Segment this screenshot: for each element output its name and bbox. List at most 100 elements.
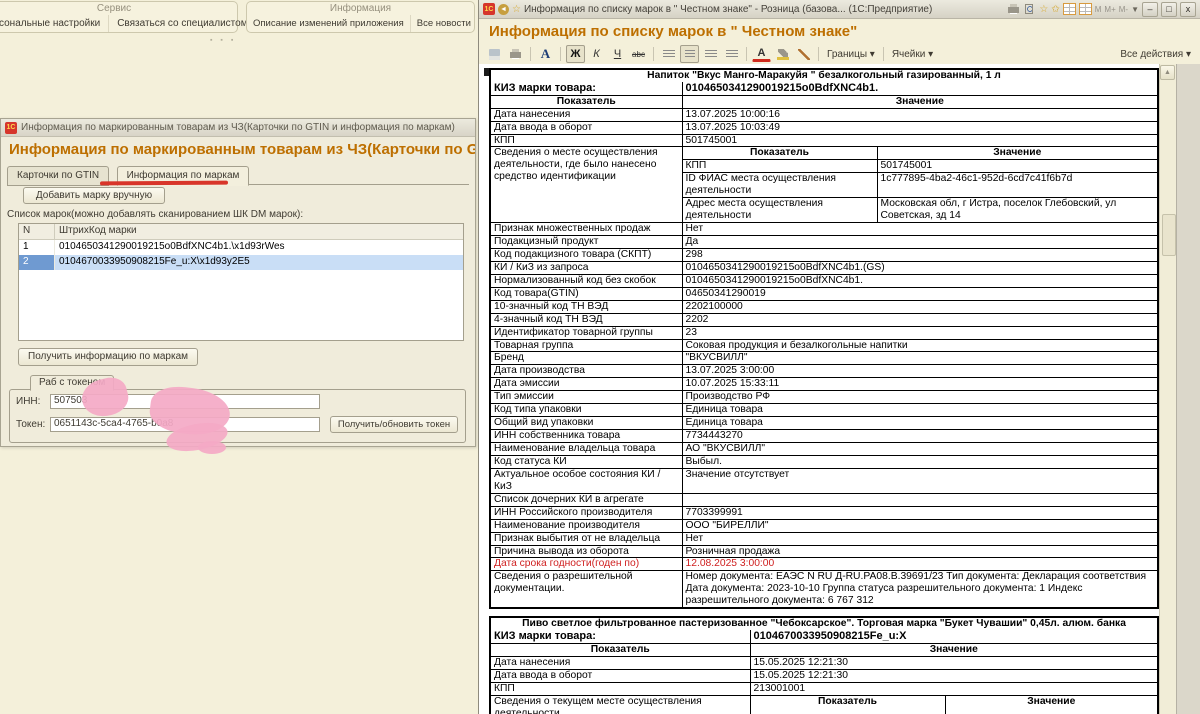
report-cell[interactable]: ИНН собственника товара (490, 430, 682, 443)
underline-icon[interactable]: Ч (608, 45, 627, 63)
column-header-n[interactable]: N (19, 224, 55, 239)
all-actions-menu-button[interactable]: Все действия ▾ (1117, 49, 1194, 60)
report-cell[interactable]: Наименование владельца товара (490, 443, 682, 456)
report-cell[interactable]: ID ФИАС места осуществления деятельности (682, 173, 877, 198)
report-cell[interactable]: Нормализованный код без скобок (490, 274, 682, 287)
report-cell[interactable]: 15.05.2025 12:21:30 (750, 656, 1158, 669)
report-cell[interactable]: Актуальное особое состояния КИ / КиЗ (490, 468, 682, 493)
titlebar-menu-arrow-icon[interactable]: ▼ (1131, 5, 1139, 14)
report-cell[interactable]: Значение (877, 147, 1158, 160)
report-cell[interactable]: 15.05.2025 12:21:30 (750, 669, 1158, 682)
calculator-icon[interactable] (1063, 3, 1076, 15)
report-cell[interactable]: Соковая продукция и безалкогольные напит… (682, 339, 1158, 352)
font-icon[interactable]: A (536, 45, 555, 63)
all-news-button[interactable]: Все новости (410, 15, 477, 32)
report-cell[interactable]: 2202100000 (682, 300, 1158, 313)
bold-icon[interactable]: Ж (566, 45, 585, 63)
align-right-icon[interactable] (701, 45, 720, 63)
report-cell[interactable]: 10.07.2025 15:33:11 (682, 378, 1158, 391)
report-cell[interactable]: АО "ВКУСВИЛЛ" (682, 443, 1158, 456)
report-cell[interactable]: Общий вид упаковки (490, 417, 682, 430)
align-center-icon[interactable] (680, 45, 699, 63)
cells-menu-button[interactable]: Ячейки ▾ (889, 49, 936, 60)
panel-splitter-handle[interactable]: ▪ ▪ ▪ (210, 37, 236, 44)
memory-m-button[interactable]: M (1095, 5, 1102, 14)
border-color-icon[interactable] (794, 45, 813, 63)
strikethrough-icon[interactable]: abc (629, 45, 648, 63)
report-cell[interactable]: Значение (945, 695, 1158, 714)
contact-specialist-button[interactable]: Связаться со специалистом (108, 15, 255, 32)
report-cell[interactable]: 213001001 (750, 682, 1158, 695)
window-titlebar[interactable]: 1C ◄ ☆ Информация по списку марок в " Че… (479, 0, 1200, 19)
report-cell[interactable]: Значение отсутствует (682, 468, 1158, 493)
report-cell[interactable]: 10-значный код ТН ВЭД (490, 300, 682, 313)
print-icon[interactable] (1007, 3, 1020, 15)
italic-icon[interactable]: К (587, 45, 606, 63)
report-cell[interactable]: 2202 (682, 313, 1158, 326)
report-cell[interactable]: Напиток "Вкус Манго-Маракуйя " безалкого… (490, 69, 1158, 82)
report-cell[interactable]: "ВКУСВИЛЛ" (682, 352, 1158, 365)
report-cell[interactable]: Признак выбытия от не владельца (490, 532, 682, 545)
report-cell[interactable] (682, 493, 1158, 506)
print-icon[interactable] (506, 45, 525, 63)
report-cell[interactable]: Тип эмиссии (490, 391, 682, 404)
report-cell[interactable]: Дата срока годности(годен по) (490, 558, 682, 571)
scrollbar-thumb[interactable] (1162, 214, 1176, 256)
report-cell[interactable]: Код подакцизного товара (СКПТ) (490, 248, 682, 261)
report-cell[interactable]: Дата нанесения (490, 656, 750, 669)
align-justify-icon[interactable] (722, 45, 741, 63)
report-cell[interactable]: КИ / КиЗ из запроса (490, 261, 682, 274)
add-favorite-icon[interactable]: ☆ (1039, 4, 1048, 15)
report-cell[interactable]: Признак множественных продаж (490, 223, 682, 236)
align-left-icon[interactable] (659, 45, 678, 63)
report-cell[interactable]: Нет (682, 223, 1158, 236)
get-mark-info-button[interactable]: Получить информацию по маркам (18, 348, 198, 366)
report-cell[interactable]: Наименование производителя (490, 519, 682, 532)
report-cell[interactable]: Значение (682, 95, 1158, 108)
report-cell[interactable]: КПП (490, 682, 750, 695)
report-cell[interactable]: Адрес места осуществления деятельности (682, 198, 877, 223)
report-cell[interactable]: Показатель (490, 643, 750, 656)
change-log-button[interactable]: Описание изменений приложения (247, 15, 410, 32)
back-icon[interactable]: ◄ (498, 4, 509, 15)
report-cell[interactable]: 0104650341290019215o0BdfXNC4b1.(GS) (682, 261, 1158, 274)
report-cell[interactable]: Производство РФ (682, 391, 1158, 404)
report-cell[interactable]: 501745001 (682, 134, 1158, 147)
report-cell[interactable]: Код товара(GTIN) (490, 287, 682, 300)
report-cell[interactable]: Значение (750, 643, 1158, 656)
marked-goods-window-titlebar[interactable]: 1C Информация по маркированным товарам и… (1, 119, 475, 137)
refresh-token-button[interactable]: Получить/обновить токен (330, 416, 458, 433)
report-cell[interactable]: 0104650341290019215o0BdfXNC4b1. (682, 274, 1158, 287)
report-cell[interactable]: Причина вывода из оборота (490, 545, 682, 558)
borders-menu-button[interactable]: Границы ▾ (824, 49, 878, 60)
tab-gtin-cards[interactable]: Карточки по GTIN (7, 166, 109, 186)
report-cell[interactable]: ИНН Российского производителя (490, 506, 682, 519)
report-cell[interactable]: 501745001 (877, 160, 1158, 173)
report-cell[interactable]: Дата эмиссии (490, 378, 682, 391)
report-cell[interactable]: 1c777895-4ba2-46c1-952d-6cd7c41f6b7d (877, 173, 1158, 198)
report-cell[interactable]: Дата ввода в оборот (490, 669, 750, 682)
report-cell[interactable]: Показатель (490, 95, 682, 108)
report-cell[interactable]: Дата производства (490, 365, 682, 378)
report-cell[interactable]: 13.07.2025 10:03:49 (682, 121, 1158, 134)
report-cell[interactable]: 298 (682, 248, 1158, 261)
report-cell[interactable]: Код типа упаковки (490, 404, 682, 417)
maximize-button[interactable]: □ (1161, 2, 1177, 17)
report-cell[interactable]: 04650341290019 (682, 287, 1158, 300)
close-button[interactable]: x (1180, 2, 1196, 17)
report-cell[interactable]: Идентификатор товарной группы (490, 326, 682, 339)
report-cell[interactable]: 13.07.2025 3:00:00 (682, 365, 1158, 378)
memory-mplus-button[interactable]: M+ (1104, 5, 1115, 14)
calendar-icon[interactable] (1079, 3, 1092, 15)
report-cell[interactable]: 4-значный код ТН ВЭД (490, 313, 682, 326)
list-item[interactable]: 10104650341290019215o0BdfXNC4b1.\x1d93rW… (19, 240, 463, 255)
report-cell[interactable]: КИЗ марки товара: (490, 82, 682, 95)
font-color-icon[interactable]: А (752, 46, 771, 62)
print-preview-icon[interactable] (1023, 3, 1036, 15)
scroll-up-icon[interactable]: ▲ (1160, 65, 1175, 80)
fill-color-icon[interactable] (773, 45, 792, 63)
report-cell[interactable]: Московская обл, г Истра, поселок Глебовс… (877, 198, 1158, 223)
report-cell[interactable]: Пиво светлое фильтрованное пастеризованн… (490, 617, 1158, 630)
report-cell[interactable]: КПП (490, 134, 682, 147)
report-cell[interactable]: Нет (682, 532, 1158, 545)
